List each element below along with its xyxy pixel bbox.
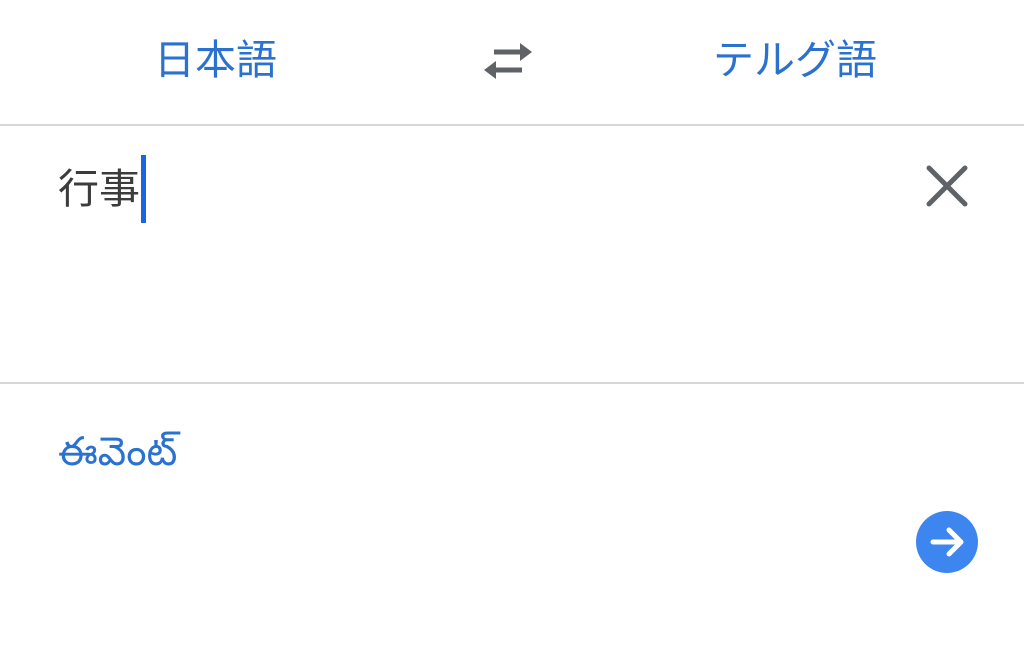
swap-languages-button[interactable]	[478, 34, 538, 88]
source-text-area[interactable]: 行事	[0, 126, 1024, 384]
source-language-button[interactable]: 日本語	[154, 30, 277, 90]
language-bar: 日本語 テルグ語	[0, 0, 1024, 126]
translation-text: ఈవెంట్	[58, 429, 178, 475]
translation-area: ఈవెంట్	[0, 384, 1024, 652]
text-caret	[141, 155, 146, 223]
target-language-button[interactable]: テルグ語	[713, 30, 877, 90]
translate-app: 日本語 テルグ語 行事 ఈవెంట్	[0, 0, 1024, 652]
source-text: 行事	[58, 165, 140, 213]
clear-button[interactable]	[921, 160, 973, 212]
swap-arrows-icon	[484, 43, 532, 79]
go-button[interactable]	[916, 511, 978, 573]
close-icon	[926, 165, 968, 207]
arrow-right-icon	[930, 527, 964, 557]
source-text-field[interactable]: 行事	[58, 155, 146, 223]
